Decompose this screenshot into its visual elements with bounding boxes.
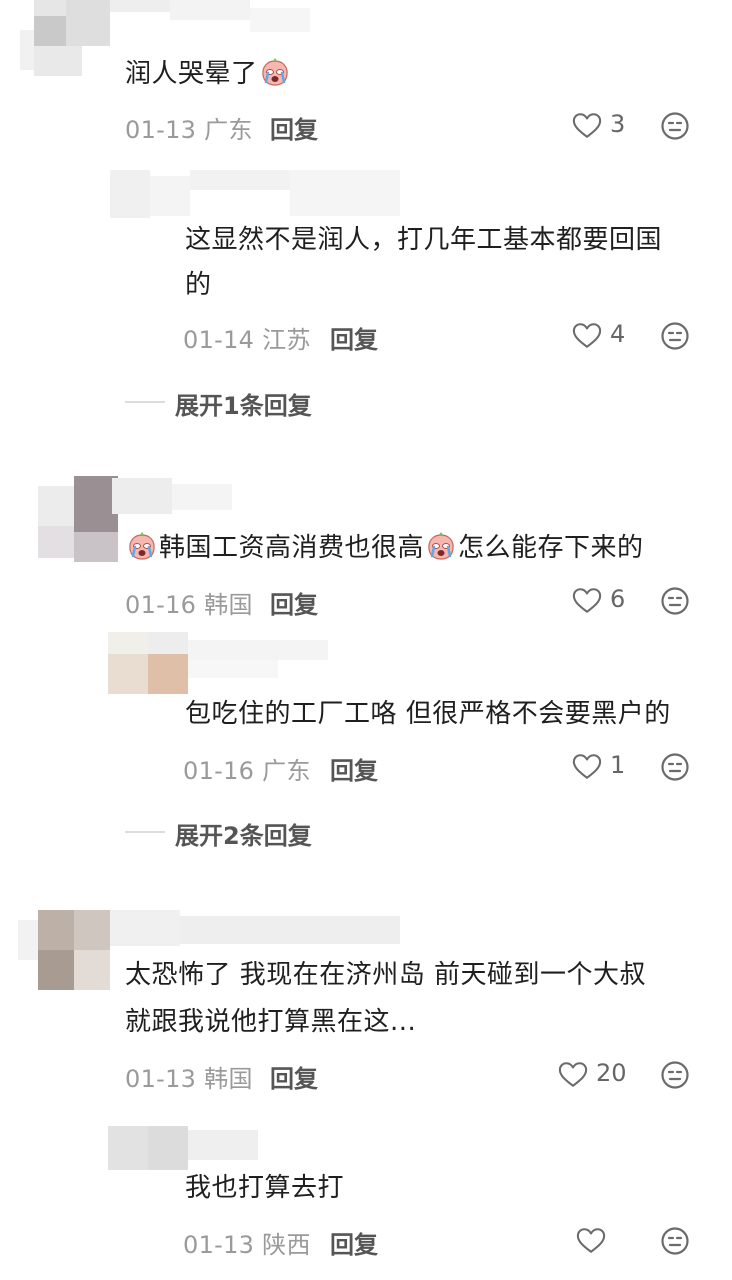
username[interactable]	[112, 478, 232, 518]
username[interactable]	[110, 0, 310, 40]
like-count: 1	[610, 751, 626, 779]
expand-divider	[125, 831, 165, 833]
crying-face-emoji	[426, 531, 456, 561]
comment-text: 太恐怖了 我现在在济州岛 前天碰到一个大叔	[125, 960, 647, 990]
reply-date-location: 01-14 江苏	[183, 326, 311, 354]
comment-text: 韩国工资高消费也很高 怎么能存下来的	[125, 526, 644, 570]
avatar[interactable]	[110, 170, 190, 220]
reply-text: 这显然不是润人，打几年工基本都要回国	[185, 225, 663, 255]
dislike-face-icon[interactable]	[660, 1060, 690, 1090]
like-count: 4	[610, 320, 626, 348]
dislike-face-icon[interactable]	[660, 321, 690, 351]
avatar[interactable]	[20, 0, 110, 110]
like-count: 3	[610, 110, 626, 138]
crying-face-emoji	[260, 57, 290, 87]
username[interactable]	[188, 1130, 258, 1164]
username[interactable]	[190, 170, 400, 218]
comment-text: 润人哭晕了	[125, 52, 292, 96]
reply-date-location: 01-13 陕西	[183, 1231, 311, 1259]
heart-icon[interactable]	[576, 1227, 606, 1254]
avatar[interactable]	[18, 910, 110, 990]
reply-text: 包吃住的工厂工咯 但很严格不会要黑户的	[185, 699, 671, 729]
avatar[interactable]	[38, 476, 120, 580]
comment-text-continued: 就跟我说他打算黑在这...	[125, 1007, 417, 1037]
heart-icon[interactable]	[558, 1061, 588, 1088]
reply-button[interactable]: 回复	[270, 110, 318, 145]
reply-button[interactable]: 回复	[330, 320, 378, 355]
dislike-face-icon[interactable]	[660, 111, 690, 141]
reply-text-continued: 的	[185, 270, 212, 300]
heart-icon[interactable]	[572, 322, 602, 349]
dislike-face-icon[interactable]	[660, 586, 690, 616]
like-count: 20	[596, 1059, 627, 1087]
expand-replies-button[interactable]: 展开1条回复	[175, 386, 312, 421]
crying-face-emoji	[127, 531, 157, 561]
avatar[interactable]	[108, 1126, 188, 1174]
comment-date-location: 01-13 广东	[125, 116, 253, 144]
comment-date-location: 01-13 韩国	[125, 1065, 253, 1093]
dislike-face-icon[interactable]	[660, 1226, 690, 1256]
expand-replies-button[interactable]: 展开2条回复	[175, 816, 312, 851]
expand-divider	[125, 401, 165, 403]
heart-icon[interactable]	[572, 753, 602, 780]
avatar[interactable]	[108, 632, 188, 698]
heart-icon[interactable]	[572, 112, 602, 139]
reply-button[interactable]: 回复	[270, 1059, 318, 1094]
reply-date-location: 01-16 广东	[183, 757, 311, 785]
reply-button[interactable]: 回复	[270, 585, 318, 620]
reply-text: 我也打算去打	[185, 1173, 345, 1203]
like-count: 6	[610, 585, 626, 613]
username[interactable]	[110, 910, 400, 950]
username[interactable]	[188, 640, 328, 680]
reply-button[interactable]: 回复	[330, 751, 378, 786]
reply-button[interactable]: 回复	[330, 1225, 378, 1260]
dislike-face-icon[interactable]	[660, 752, 690, 782]
heart-icon[interactable]	[572, 587, 602, 614]
comment-date-location: 01-16 韩国	[125, 591, 253, 619]
